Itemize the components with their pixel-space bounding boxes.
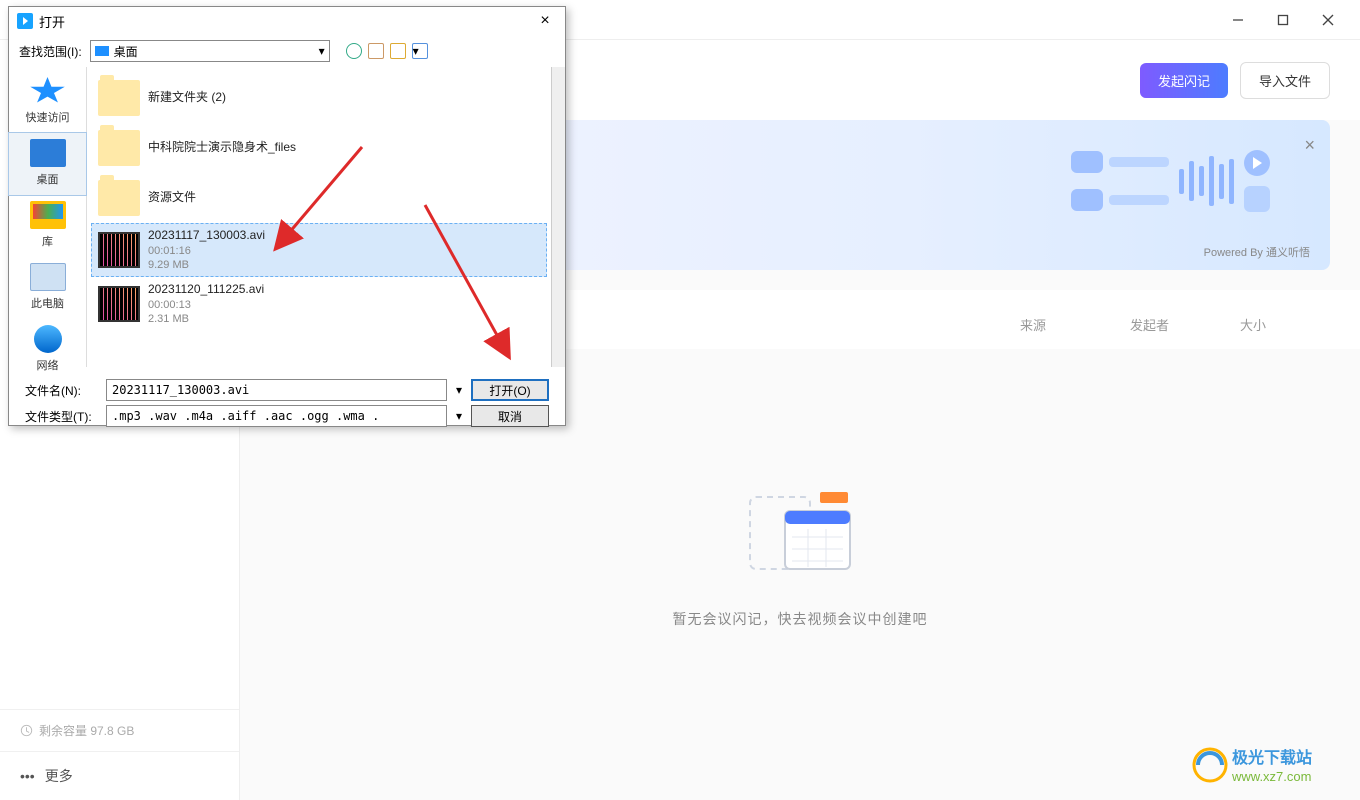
video-thumb-icon (98, 232, 140, 268)
col-source: 来源 (1020, 315, 1130, 334)
filetype-input[interactable] (106, 405, 447, 427)
dlg-places: 快速访问 桌面 库 此电脑 网络 (9, 67, 87, 367)
place-thispc[interactable]: 此电脑 (9, 257, 86, 319)
banner-illustration (1071, 150, 1270, 212)
new-folder-icon[interactable] (390, 43, 406, 59)
cancel-button[interactable]: 取消 (471, 405, 549, 427)
col-size: 大小 (1240, 315, 1300, 334)
folder-icon (98, 130, 140, 166)
dlg-app-icon (17, 13, 33, 29)
empty-illustration (740, 489, 860, 589)
banner-footer: Powered By 通义听悟 (1204, 244, 1310, 260)
file-name: 新建文件夹 (2) (148, 90, 226, 106)
banner-close-icon[interactable]: × (1304, 135, 1315, 156)
more-button[interactable]: ••• 更多 (0, 751, 239, 800)
storage-label: 剩余容量 97.8 GB (0, 709, 239, 751)
file-duration: 00:00:13 (148, 298, 264, 312)
filetype-label: 文件类型(T): (25, 408, 100, 425)
open-button[interactable]: 打开(O) (471, 379, 549, 401)
views-icon[interactable]: ▾ (412, 43, 428, 59)
back-icon[interactable] (346, 43, 362, 59)
svg-text:www.xz7.com: www.xz7.com (1231, 769, 1311, 784)
file-name: 资源文件 (148, 190, 196, 206)
watermark: 极光下载站 www.xz7.com (1190, 743, 1350, 792)
place-network[interactable]: 网络 (9, 319, 86, 381)
filename-label: 文件名(N): (25, 382, 100, 399)
filename-input[interactable] (106, 379, 447, 401)
folder-icon (98, 180, 140, 216)
minimize-button[interactable] (1215, 0, 1260, 40)
col-initiator: 发起者 (1130, 315, 1240, 334)
dlg-scrollbar[interactable] (551, 67, 565, 367)
file-size: 2.31 MB (148, 312, 264, 326)
empty-text: 暂无会议闪记，快去视频会议中创建吧 (240, 609, 1360, 629)
close-button[interactable] (1305, 0, 1350, 40)
more-icon: ••• (20, 768, 35, 784)
file-item[interactable]: 新建文件夹 (2) (91, 73, 547, 123)
lookin-value: 桌面 (114, 43, 138, 60)
dlg-close-icon[interactable]: × (533, 12, 557, 30)
place-desktop[interactable]: 桌面 (8, 132, 87, 196)
dialog-titlebar[interactable]: 打开 × (9, 7, 565, 35)
annotation-arrow-2 (410, 200, 530, 375)
dialog-title: 打开 (39, 12, 65, 31)
file-size: 9.29 MB (148, 258, 265, 272)
empty-state: 暂无会议闪记，快去视频会议中创建吧 (240, 489, 1360, 629)
svg-text:极光下载站: 极光下载站 (1232, 748, 1312, 767)
file-name: 20231120_111225.avi (148, 282, 264, 298)
import-file-button[interactable]: 导入文件 (1240, 62, 1330, 99)
video-thumb-icon (98, 286, 140, 322)
place-library[interactable]: 库 (9, 195, 86, 257)
dlg-toolbar: 查找范围(I): 桌面 ▾ ▾ (9, 35, 565, 67)
maximize-button[interactable] (1260, 0, 1305, 40)
up-folder-icon[interactable] (368, 43, 384, 59)
annotation-arrow-1 (262, 142, 372, 267)
file-name: 20231117_130003.avi (148, 228, 265, 244)
lookin-combo[interactable]: 桌面 ▾ (90, 40, 330, 62)
lookin-label: 查找范围(I): (19, 43, 82, 60)
desktop-icon (95, 46, 109, 56)
file-duration: 00:01:16 (148, 244, 265, 258)
flash-note-button[interactable]: 发起闪记 (1140, 63, 1228, 98)
folder-icon (98, 80, 140, 116)
place-quick-access[interactable]: 快速访问 (9, 71, 86, 133)
